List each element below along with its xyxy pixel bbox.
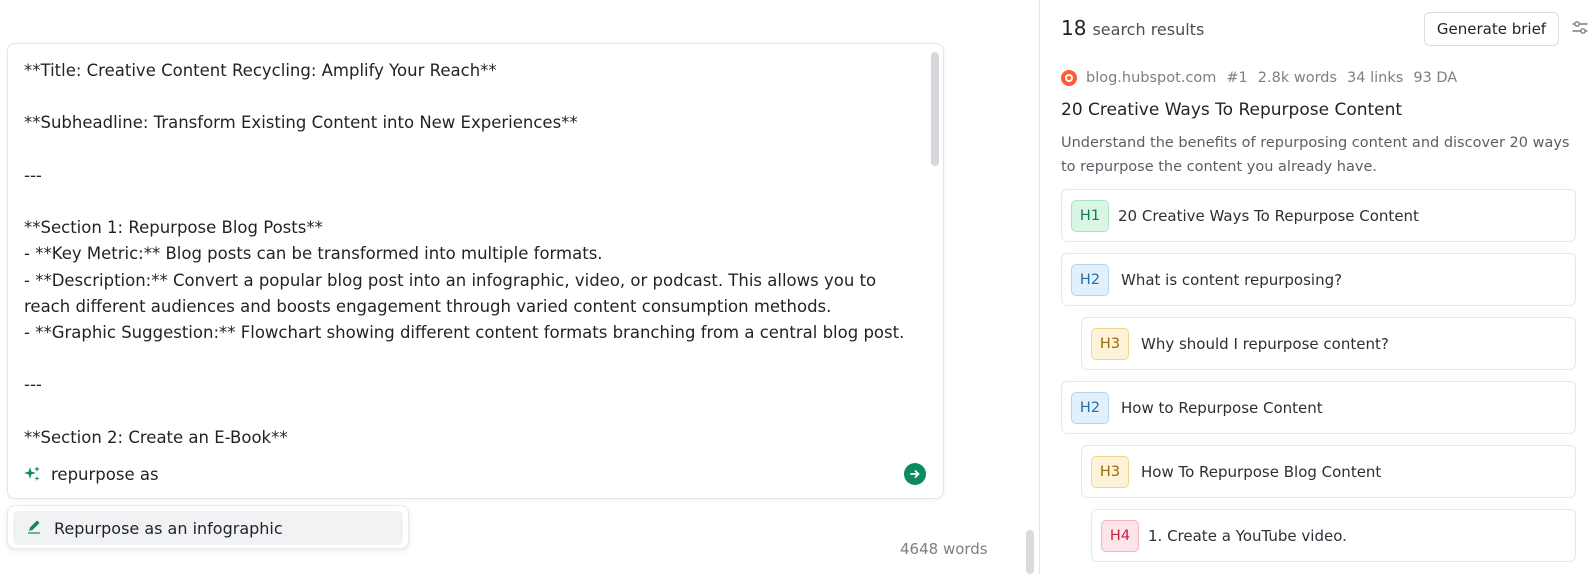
editor-line: ---: [24, 165, 42, 185]
source-da: 93 DA: [1413, 70, 1458, 86]
heading-tag: H4: [1101, 519, 1139, 552]
editor-line: ---: [24, 375, 42, 395]
sliders-icon[interactable]: [1571, 19, 1591, 39]
outline-item[interactable]: H3 How To Repurpose Blog Content: [1081, 445, 1576, 498]
outline-text: 1. Create a YouTube video.: [1148, 526, 1347, 545]
outline-text: What is content repurposing?: [1121, 270, 1343, 289]
editor-card: **Title: Creative Content Recycling: Amp…: [7, 43, 944, 499]
search-results-panel: 18 search results Generate brief blog.hu…: [1040, 0, 1595, 574]
hubspot-logo-icon: [1061, 70, 1077, 86]
editor-scrollbar[interactable]: [931, 52, 939, 452]
outline-item[interactable]: H3 Why should I repurpose content?: [1081, 317, 1576, 370]
editor-line: - **Key Metric:** Blog posts can be tran…: [24, 244, 603, 264]
editor-text-area[interactable]: **Title: Creative Content Recycling: Amp…: [24, 58, 914, 448]
suggestion-label: Repurpose as an infographic: [54, 518, 283, 538]
article-description: Understand the benefits of repurposing c…: [1061, 135, 1570, 175]
source-links: 34 links: [1347, 70, 1404, 86]
results-label: search results: [1092, 20, 1205, 39]
outline-text: How to Repurpose Content: [1121, 398, 1323, 417]
heading-tag: H2: [1071, 263, 1109, 296]
arrow-right-circle-icon[interactable]: [904, 463, 926, 485]
editor-line: **Subheadline: Transform Existing Conten…: [24, 113, 578, 133]
editor-line: - **Description:** Convert a popular blo…: [24, 270, 877, 290]
suggestion-item[interactable]: Repurpose as an infographic: [13, 511, 403, 545]
outline-item[interactable]: H2 How to Repurpose Content: [1061, 381, 1576, 434]
word-count: 4648 words: [900, 540, 988, 558]
ai-prompt-row: [22, 459, 932, 489]
heading-tag: H3: [1091, 327, 1129, 360]
heading-tag: H3: [1091, 455, 1129, 488]
outline-text: 20 Creative Ways To Repurpose Content: [1118, 206, 1419, 225]
pencil-icon: [26, 518, 42, 539]
outline-item[interactable]: H2 What is content repurposing?: [1061, 253, 1576, 306]
editor-line: - **Graphic Suggestion:** Flowchart show…: [24, 322, 905, 342]
source-rank: #1: [1226, 70, 1248, 86]
outline-text: How To Repurpose Blog Content: [1141, 462, 1382, 481]
article-title[interactable]: 20 Creative Ways To Repurpose Content: [1061, 100, 1402, 120]
source-words: 2.8k words: [1257, 70, 1338, 86]
editor-line: reach different audiences and boosts eng…: [24, 296, 832, 316]
editor-line: **Section 2: Create an E-Book**: [24, 427, 288, 447]
source-domain[interactable]: blog.hubspot.com: [1086, 70, 1216, 86]
heading-tag: H1: [1071, 199, 1109, 232]
outline-item[interactable]: H4 1. Create a YouTube video.: [1091, 509, 1576, 562]
ai-prompt-input[interactable]: [51, 464, 904, 484]
editor-line: **Title: Creative Content Recycling: Amp…: [24, 61, 497, 80]
editor-scrollbar-thumb[interactable]: [931, 52, 939, 166]
editor-panel: **Title: Creative Content Recycling: Amp…: [0, 0, 1038, 574]
source-meta: blog.hubspot.com #1 2.8k words 34 links …: [1061, 70, 1467, 86]
page-scrollbar-thumb[interactable]: [1026, 530, 1034, 574]
sparkle-icon: [22, 464, 42, 484]
results-header: 18 search results: [1061, 16, 1204, 40]
outline-item[interactable]: H1 20 Creative Ways To Repurpose Content: [1061, 189, 1576, 242]
generate-brief-button[interactable]: Generate brief: [1424, 12, 1559, 46]
heading-tag: H2: [1071, 391, 1109, 424]
editor-line: **Section 1: Repurpose Blog Posts**: [24, 218, 323, 238]
results-count: 18: [1061, 16, 1087, 40]
suggestion-dropdown: Repurpose as an infographic: [7, 505, 409, 549]
outline-text: Why should I repurpose content?: [1141, 334, 1389, 353]
